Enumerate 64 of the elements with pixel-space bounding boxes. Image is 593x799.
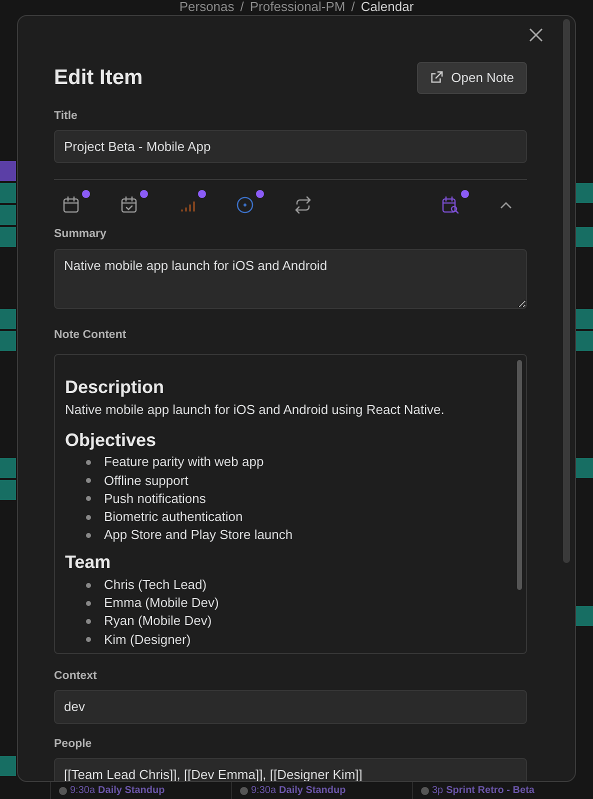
dialog-title: Edit Item: [54, 65, 143, 90]
note-paragraph: Native mobile app launch for iOS and Android using React Native.: [65, 401, 446, 420]
event-block[interactable]: [0, 161, 16, 181]
event-block[interactable]: [0, 331, 16, 351]
event-block[interactable]: [0, 227, 16, 247]
summary-field[interactable]: Native mobile app launch for iOS and Android: [54, 248, 527, 308]
open-note-button[interactable]: Open Note: [417, 62, 527, 94]
event-block[interactable]: [0, 205, 16, 225]
scrollbar[interactable]: [517, 360, 522, 590]
list-item: Emma (Mobile Dev): [104, 594, 219, 612]
breadcrumb-item[interactable]: Professional-PM: [250, 0, 346, 16]
field-label: People: [54, 736, 93, 752]
bullet-icon: [86, 619, 91, 624]
event-block[interactable]: [0, 183, 16, 203]
note-heading: Team: [65, 552, 112, 574]
bullet-icon: [86, 478, 91, 484]
context-field[interactable]: dev: [54, 690, 527, 724]
list-item: Offline support: [104, 472, 188, 490]
note-heading: Description: [65, 376, 166, 398]
list-item: App Store and Play Store launch: [104, 526, 293, 544]
list-item: Ryan (Mobile Dev): [104, 612, 212, 630]
bullet-icon: [86, 514, 91, 520]
event-block[interactable]: [576, 458, 593, 478]
list-item: Feature parity with web app: [104, 453, 264, 472]
bullet-icon: [86, 460, 91, 466]
bullet-icon: [86, 532, 91, 538]
event-block[interactable]: [576, 183, 593, 203]
bullet-icon: [86, 496, 91, 502]
event-block[interactable]: [576, 309, 593, 329]
close-icon: [529, 28, 543, 42]
event-time: 9:30a: [251, 784, 276, 798]
field-label: Summary: [54, 227, 108, 242]
scrollbar[interactable]: [563, 19, 570, 563]
title-field[interactable]: Project Beta - Mobile App: [54, 130, 527, 164]
event-block[interactable]: [0, 309, 16, 329]
breadcrumb-item[interactable]: Personas: [179, 0, 234, 16]
list-item: Chris (Tech Lead): [104, 576, 207, 594]
event-time: 3p: [432, 784, 444, 798]
list-item: Push notifications: [104, 490, 206, 508]
breadcrumb-separator: /: [240, 0, 244, 16]
event-block[interactable]: [576, 227, 593, 247]
field-label: Context: [54, 668, 98, 684]
breadcrumb-item[interactable]: Calendar: [360, 0, 414, 16]
external-link-icon: [430, 71, 444, 84]
list-item: Kim (Designer): [104, 630, 191, 649]
event-dot: [421, 786, 429, 794]
event-dot: [240, 786, 248, 794]
close-button[interactable]: [527, 26, 545, 44]
event-dot: [59, 786, 67, 794]
note-content-box[interactable]: [54, 354, 527, 654]
bullet-icon: [86, 582, 91, 588]
field-label: Note Content: [54, 328, 128, 342]
event-block[interactable]: [0, 756, 16, 776]
note-heading: Objectives: [65, 430, 158, 452]
breadcrumb-separator: /: [351, 0, 355, 16]
bullet-icon: [86, 637, 91, 642]
event-block[interactable]: [0, 458, 16, 478]
list-item: Biometric authentication: [104, 508, 243, 526]
field-label: Title: [54, 108, 78, 124]
event-block[interactable]: [0, 480, 16, 500]
bullet-icon: [86, 600, 91, 606]
event-time: 9:30a: [70, 784, 96, 798]
event-block[interactable]: [576, 331, 593, 351]
event-block[interactable]: [576, 606, 593, 626]
